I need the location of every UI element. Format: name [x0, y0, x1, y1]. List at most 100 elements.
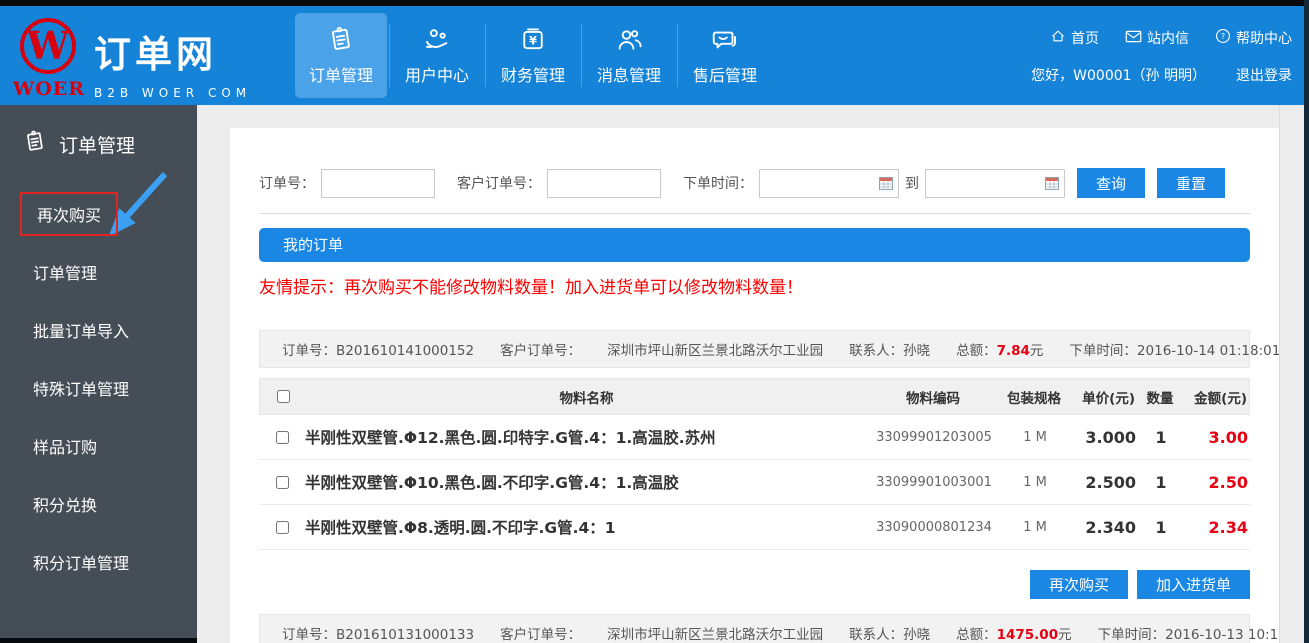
- item-name: 半刚性双壁管.Φ10.黑色.圆.不印字.G管.4：1.高温胶: [305, 471, 868, 493]
- user-center-icon: [422, 25, 452, 55]
- nav-tab-label: 订单管理: [309, 62, 373, 86]
- logo-letter: W: [27, 27, 70, 65]
- item-qty: 1: [1136, 428, 1186, 447]
- order-management-icon: [326, 25, 356, 55]
- table-row: 半刚性双壁管.Φ8.透明.圆.不印字.G管.4：1 33090000801234…: [259, 505, 1250, 550]
- help-center-link[interactable]: ? 帮助中心: [1215, 28, 1292, 48]
- scrollbar[interactable]: [1279, 105, 1304, 643]
- logout-link[interactable]: 退出登录: [1236, 65, 1292, 85]
- header-quick-links: 首页 站内信 ? 帮助中心: [1032, 28, 1292, 48]
- order-total: 总额：1475.00元: [956, 623, 1072, 643]
- nav-tab-label: 消息管理: [597, 62, 661, 86]
- item-amount: 2.34: [1186, 518, 1250, 537]
- nav-tab-label: 财务管理: [501, 62, 565, 86]
- order-no-input[interactable]: [321, 169, 435, 198]
- order-no: 订单号：B201610141000152: [282, 339, 474, 359]
- date-to-input[interactable]: [925, 169, 1065, 198]
- site-mail-link[interactable]: 站内信: [1125, 28, 1189, 48]
- date-from-input[interactable]: [759, 169, 899, 198]
- select-all-checkbox-cell: [260, 390, 306, 403]
- nav-tab-after-sales[interactable]: 售后管理: [677, 6, 773, 105]
- sidebar-item-sample-order[interactable]: 样品订购: [0, 417, 197, 475]
- items-table-header: 物料名称 物料编码 包装规格 单价(元) 数量 金额(元): [259, 378, 1250, 415]
- date-to-wrap: [925, 169, 1065, 198]
- sidebar-item-special-order-management[interactable]: 特殊订单管理: [0, 359, 197, 417]
- nav-tab-label: 用户中心: [405, 62, 469, 86]
- row-checkbox[interactable]: [276, 476, 289, 489]
- reset-button[interactable]: 重置: [1157, 168, 1225, 198]
- sidebar-item-batch-order-import[interactable]: 批量订单导入: [0, 301, 197, 359]
- order-actions: 再次购买 加入进货单: [259, 570, 1250, 599]
- order-no: 订单号：B201610131000133: [282, 623, 474, 643]
- sidebar-title-label: 订单管理: [59, 131, 135, 158]
- sidebar-item-points-exchange[interactable]: 积分兑换: [0, 475, 197, 533]
- item-name: 半刚性双壁管.Φ12.黑色.圆.印特字.G管.4：1.高温胶.苏州: [305, 426, 868, 448]
- site-title-text: 订单网: [94, 24, 251, 78]
- nav-tab-finance-management[interactable]: ¥ 财务管理: [485, 6, 581, 105]
- calendar-icon[interactable]: [879, 177, 893, 194]
- column-header-qty: 数量: [1135, 387, 1185, 407]
- item-amount: 3.00: [1186, 428, 1250, 447]
- sidebar-item-label: 再次购买: [20, 192, 118, 236]
- table-row: 半刚性双壁管.Φ10.黑色.圆.不印字.G管.4：1.高温胶 330999010…: [259, 460, 1250, 505]
- order-time: 下单时间：2016-10-13 10:17:00: [1098, 623, 1279, 643]
- order-summary-bar: 订单号：B201610131000133 客户订单号： 深圳市坪山新区兰景北路沃…: [259, 614, 1250, 643]
- home-link[interactable]: 首页: [1050, 28, 1099, 48]
- contact-person: 联系人：孙晓: [849, 339, 930, 359]
- add-to-purchase-list-button[interactable]: 加入进货单: [1137, 570, 1250, 599]
- item-qty: 1: [1136, 473, 1186, 492]
- item-price: 2.340: [1070, 518, 1136, 537]
- woer-logo: W: [20, 18, 76, 74]
- order-search-form: 订单号： 客户订单号： 下单时间： 到: [259, 168, 1250, 198]
- column-header-price: 单价(元): [1069, 387, 1135, 407]
- mail-icon: [1125, 29, 1142, 48]
- site-subtitle-text: B2B WOER COM: [94, 86, 251, 100]
- item-code: 33099901203005: [868, 430, 1000, 445]
- sidebar-item-label: 积分订单管理: [33, 550, 129, 574]
- svg-text:?: ?: [1221, 32, 1225, 41]
- order-total: 总额：7.84元: [956, 339, 1043, 359]
- sidebar-item-order-management[interactable]: 订单管理: [0, 243, 197, 301]
- item-code: 33090000801234: [868, 520, 1000, 535]
- site-title: 订单网 B2B WOER COM: [94, 24, 251, 100]
- row-checkbox[interactable]: [276, 521, 289, 534]
- section-divider: [259, 213, 1250, 214]
- sidebar-item-label: 特殊订单管理: [33, 376, 129, 400]
- date-to-label: 到: [905, 173, 919, 193]
- row-checkbox[interactable]: [276, 431, 289, 444]
- customer-order-no-label: 客户订单号：: [457, 173, 541, 193]
- select-all-checkbox[interactable]: [277, 390, 290, 403]
- item-amount: 2.50: [1186, 473, 1250, 492]
- buy-again-button[interactable]: 再次购买: [1030, 570, 1128, 599]
- user-greeting: 您好，W00001（孙 明明）: [1031, 65, 1206, 85]
- nav-tab-user-center[interactable]: 用户中心: [389, 6, 485, 105]
- message-management-icon: [614, 25, 644, 55]
- customer-order-no: 客户订单号：: [500, 339, 581, 359]
- order-total-value: 1475.00: [997, 627, 1059, 643]
- item-pack: 1 M: [1000, 430, 1070, 445]
- logo-brand-name: WOER: [8, 78, 90, 100]
- nav-tab-order-management[interactable]: 订单管理: [293, 6, 389, 105]
- column-header-code: 物料编码: [867, 387, 999, 407]
- query-button[interactable]: 查询: [1077, 168, 1145, 198]
- sidebar-item-label: 订单管理: [33, 260, 97, 284]
- item-price: 2.500: [1070, 473, 1136, 492]
- app-header: W WOER 订单网 B2B WOER COM 订单管理: [0, 6, 1304, 105]
- home-icon: [1050, 28, 1066, 48]
- window-bottom-edge: [0, 638, 197, 643]
- help-icon: ?: [1215, 28, 1231, 48]
- main-content-panel: 订单号： 客户订单号： 下单时间： 到: [230, 128, 1279, 643]
- item-name: 半刚性双壁管.Φ8.透明.圆.不印字.G管.4：1: [305, 516, 868, 538]
- contact-person: 联系人：孙晓: [849, 623, 930, 643]
- sidebar-item-buy-again[interactable]: 再次购买: [0, 185, 197, 243]
- column-header-amount: 金额(元): [1185, 387, 1249, 407]
- customer-order-no-input[interactable]: [547, 169, 661, 198]
- calendar-icon[interactable]: [1045, 177, 1059, 194]
- svg-text:¥: ¥: [529, 34, 537, 47]
- window-right-edge: [1304, 0, 1309, 643]
- nav-tab-label: 售后管理: [693, 62, 757, 86]
- sidebar-item-points-order-management[interactable]: 积分订单管理: [0, 533, 197, 591]
- nav-tab-message-management[interactable]: 消息管理: [581, 6, 677, 105]
- order-time: 下单时间：2016-10-14 01:18:01: [1069, 339, 1279, 359]
- order-management-icon: [22, 129, 48, 160]
